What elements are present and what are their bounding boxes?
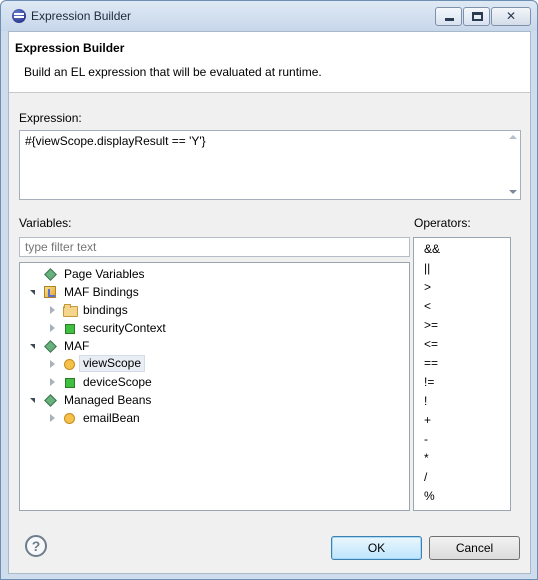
operator-item[interactable]: - bbox=[424, 432, 428, 446]
operator-item[interactable]: < bbox=[424, 299, 431, 313]
close-button[interactable]: ✕ bbox=[491, 7, 531, 26]
scroll-down-icon[interactable] bbox=[509, 190, 517, 194]
tree-item-label: MAF Bindings bbox=[64, 285, 139, 299]
tree-item-label: bindings bbox=[83, 303, 128, 317]
expression-builder-window: Expression Builder ✕ Expression Builder … bbox=[0, 0, 538, 580]
tree-item-bindings[interactable]: bindings bbox=[20, 301, 409, 319]
title-bar[interactable]: Expression Builder ✕ bbox=[1, 1, 537, 31]
green-square-icon bbox=[63, 322, 75, 334]
diamond-icon bbox=[44, 268, 56, 280]
header-title: Expression Builder bbox=[15, 41, 125, 55]
collapsed-arrow-icon[interactable] bbox=[50, 414, 55, 422]
operator-item[interactable]: ! bbox=[424, 394, 427, 408]
variables-filter-input[interactable] bbox=[19, 237, 410, 257]
tree-item-view-scope[interactable]: viewScope bbox=[20, 355, 409, 373]
tree-item-label: securityContext bbox=[83, 321, 166, 335]
tree-item-email-bean[interactable]: emailBean bbox=[20, 409, 409, 427]
operators-label: Operators: bbox=[414, 216, 471, 230]
eclipse-icon bbox=[12, 9, 26, 23]
tree-item-label: emailBean bbox=[83, 411, 140, 425]
dialog-header: Expression Builder Build an EL expressio… bbox=[9, 32, 530, 93]
scroll-up-icon[interactable] bbox=[509, 135, 517, 139]
maximize-icon bbox=[472, 12, 483, 21]
header-description: Build an EL expression that will be eval… bbox=[24, 65, 322, 79]
cancel-button[interactable]: Cancel bbox=[429, 536, 520, 560]
maf-bindings-icon bbox=[44, 286, 56, 298]
tree-item-label: Page Variables bbox=[64, 267, 145, 281]
ok-button[interactable]: OK bbox=[331, 536, 422, 560]
tree-item-label: viewScope bbox=[79, 355, 146, 372]
dialog-body: Expression Builder Build an EL expressio… bbox=[8, 31, 531, 574]
operators-list[interactable]: && || > < >= <= == != ! + - * / % bbox=[413, 237, 511, 511]
minimize-button[interactable] bbox=[435, 7, 462, 26]
operator-item[interactable]: && bbox=[424, 242, 440, 256]
help-icon[interactable]: ? bbox=[25, 535, 47, 557]
tree-item-page-variables[interactable]: Page Variables bbox=[20, 265, 409, 283]
bean-icon bbox=[63, 412, 75, 424]
expanded-arrow-icon[interactable] bbox=[30, 344, 35, 349]
expression-textarea[interactable]: #{viewScope.displayResult == 'Y'} bbox=[19, 130, 521, 200]
bean-icon bbox=[63, 358, 75, 370]
tree-item-maf-bindings[interactable]: MAF Bindings bbox=[20, 283, 409, 301]
close-icon: ✕ bbox=[505, 9, 517, 23]
expanded-arrow-icon[interactable] bbox=[30, 290, 35, 295]
diamond-icon bbox=[44, 394, 56, 406]
tree-item-device-scope[interactable]: deviceScope bbox=[20, 373, 409, 391]
green-square-icon bbox=[63, 376, 75, 388]
window-title: Expression Builder bbox=[31, 9, 132, 23]
minimize-icon bbox=[445, 18, 454, 21]
operator-item[interactable]: != bbox=[424, 375, 434, 389]
operator-item[interactable]: || bbox=[424, 261, 430, 275]
expression-value: #{viewScope.displayResult == 'Y'} bbox=[25, 134, 206, 148]
operator-item[interactable]: * bbox=[424, 451, 429, 465]
tree-item-security-context[interactable]: securityContext bbox=[20, 319, 409, 337]
collapsed-arrow-icon[interactable] bbox=[50, 378, 55, 386]
folder-icon bbox=[63, 304, 78, 317]
expression-scrollbar[interactable] bbox=[506, 131, 520, 199]
collapsed-arrow-icon[interactable] bbox=[50, 324, 55, 332]
diamond-icon bbox=[44, 340, 56, 352]
tree-item-label: Managed Beans bbox=[64, 393, 152, 407]
tree-item-managed-beans[interactable]: Managed Beans bbox=[20, 391, 409, 409]
variables-label: Variables: bbox=[19, 216, 72, 230]
operator-item[interactable]: % bbox=[424, 489, 435, 503]
expression-label: Expression: bbox=[19, 111, 82, 125]
operator-item[interactable]: / bbox=[424, 470, 427, 484]
collapsed-arrow-icon[interactable] bbox=[50, 360, 55, 368]
operator-item[interactable]: == bbox=[424, 356, 438, 370]
tree-item-label: deviceScope bbox=[83, 375, 152, 389]
operator-item[interactable]: >= bbox=[424, 318, 438, 332]
tree-item-label: MAF bbox=[64, 339, 90, 353]
operator-item[interactable]: <= bbox=[424, 337, 438, 351]
expanded-arrow-icon[interactable] bbox=[30, 398, 35, 403]
operator-item[interactable]: > bbox=[424, 280, 431, 294]
operator-item[interactable]: + bbox=[424, 413, 431, 427]
collapsed-arrow-icon[interactable] bbox=[50, 306, 55, 314]
variables-tree[interactable]: Page Variables MAF Bindings bindings sec… bbox=[19, 262, 410, 511]
tree-item-maf[interactable]: MAF bbox=[20, 337, 409, 355]
maximize-button[interactable] bbox=[463, 7, 490, 26]
